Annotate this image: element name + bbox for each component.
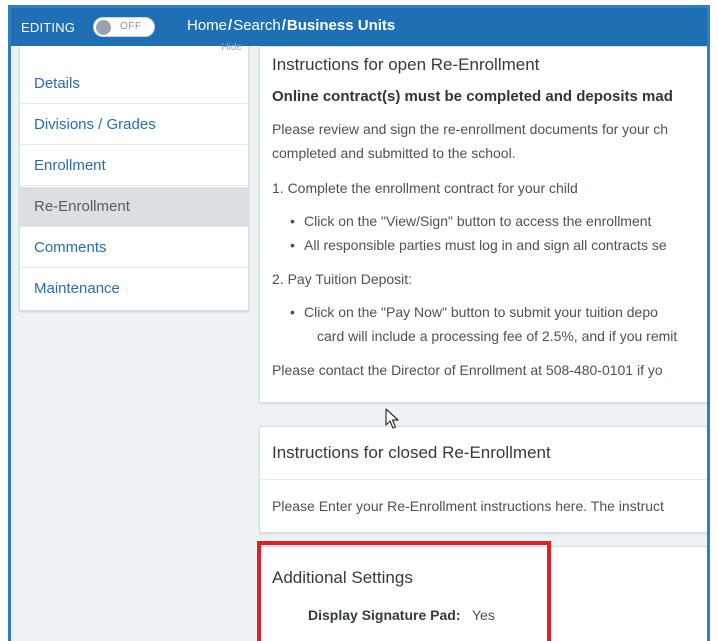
sidebar-hide-link[interactable]: Hide bbox=[221, 42, 242, 53]
contact-text: Please contact the Director of Enrollmen… bbox=[272, 362, 663, 378]
sidebar-item-divisions-grades[interactable]: Divisions / Grades bbox=[20, 105, 248, 145]
closed-re-enrollment-panel: Instructions for closed Re-Enrollment Pl… bbox=[259, 426, 707, 533]
breadcrumb-search-link[interactable]: Search bbox=[233, 17, 281, 34]
app-window: EDITING OFF Home/Search/Business Units H… bbox=[8, 5, 710, 641]
breadcrumb-separator: / bbox=[281, 17, 286, 34]
sidebar-item-re-enrollment[interactable]: Re-Enrollment bbox=[20, 187, 248, 227]
toggle-knob bbox=[96, 20, 111, 35]
editing-toggle[interactable]: OFF bbox=[93, 17, 155, 37]
step-2-bullet-1-continued: card will include a processing fee of 2.… bbox=[317, 328, 678, 344]
breadcrumb-home-link[interactable]: Home bbox=[187, 17, 227, 34]
signature-pad-label: Display Signature Pad: bbox=[308, 607, 461, 623]
signature-pad-value: Yes bbox=[472, 607, 495, 623]
sidebar-item-maintenance[interactable]: Maintenance bbox=[20, 269, 248, 309]
closed-panel-text: Please Enter your Re-Enrollment instruct… bbox=[272, 498, 664, 514]
panel-divider bbox=[260, 479, 707, 480]
toggle-state-text: OFF bbox=[120, 21, 142, 32]
main-content: Instructions for open Re-Enrollment Onli… bbox=[259, 46, 707, 641]
step-2-bullet-1: Click on the "Pay Now" button to submit … bbox=[290, 304, 658, 320]
breadcrumb: Home/Search/Business Units bbox=[187, 17, 395, 34]
mouse-pointer-icon bbox=[385, 408, 399, 429]
sidebar-item-comments[interactable]: Comments bbox=[20, 228, 248, 268]
step-1-text: 1. Complete the enrollment contract for … bbox=[272, 180, 578, 196]
step-1-bullet-1: Click on the "View/Sign" button to acces… bbox=[290, 213, 651, 229]
step-1-bullet-2: All responsible parties must log in and … bbox=[290, 237, 667, 253]
open-re-enrollment-panel: Instructions for open Re-Enrollment Onli… bbox=[259, 46, 707, 403]
deadline-notice: Online contract(s) must be completed and… bbox=[272, 88, 673, 105]
editing-label: EDITING bbox=[21, 20, 76, 35]
intro-text-line1: Please review and sign the re-enrollment… bbox=[272, 121, 669, 137]
intro-text-line2: completed and submitted to the school. bbox=[272, 145, 516, 161]
settings-panel-title: Additional Settings bbox=[272, 568, 413, 587]
open-panel-title: Instructions for open Re-Enrollment bbox=[272, 55, 540, 74]
additional-settings-panel: Additional Settings Display Signature Pa… bbox=[259, 546, 707, 641]
sidebar-item-enrollment[interactable]: Enrollment bbox=[20, 146, 248, 186]
breadcrumb-separator: / bbox=[228, 17, 233, 34]
step-2-text: 2. Pay Tuition Deposit: bbox=[272, 271, 413, 287]
breadcrumb-current: Business Units bbox=[286, 17, 396, 34]
closed-panel-title: Instructions for closed Re-Enrollment bbox=[272, 443, 551, 462]
sidebar-nav: Hide Details Divisions / Grades Enrollme… bbox=[19, 42, 249, 311]
top-bar: EDITING OFF Home/Search/Business Units bbox=[11, 8, 707, 46]
sidebar-item-details[interactable]: Details bbox=[20, 64, 248, 104]
